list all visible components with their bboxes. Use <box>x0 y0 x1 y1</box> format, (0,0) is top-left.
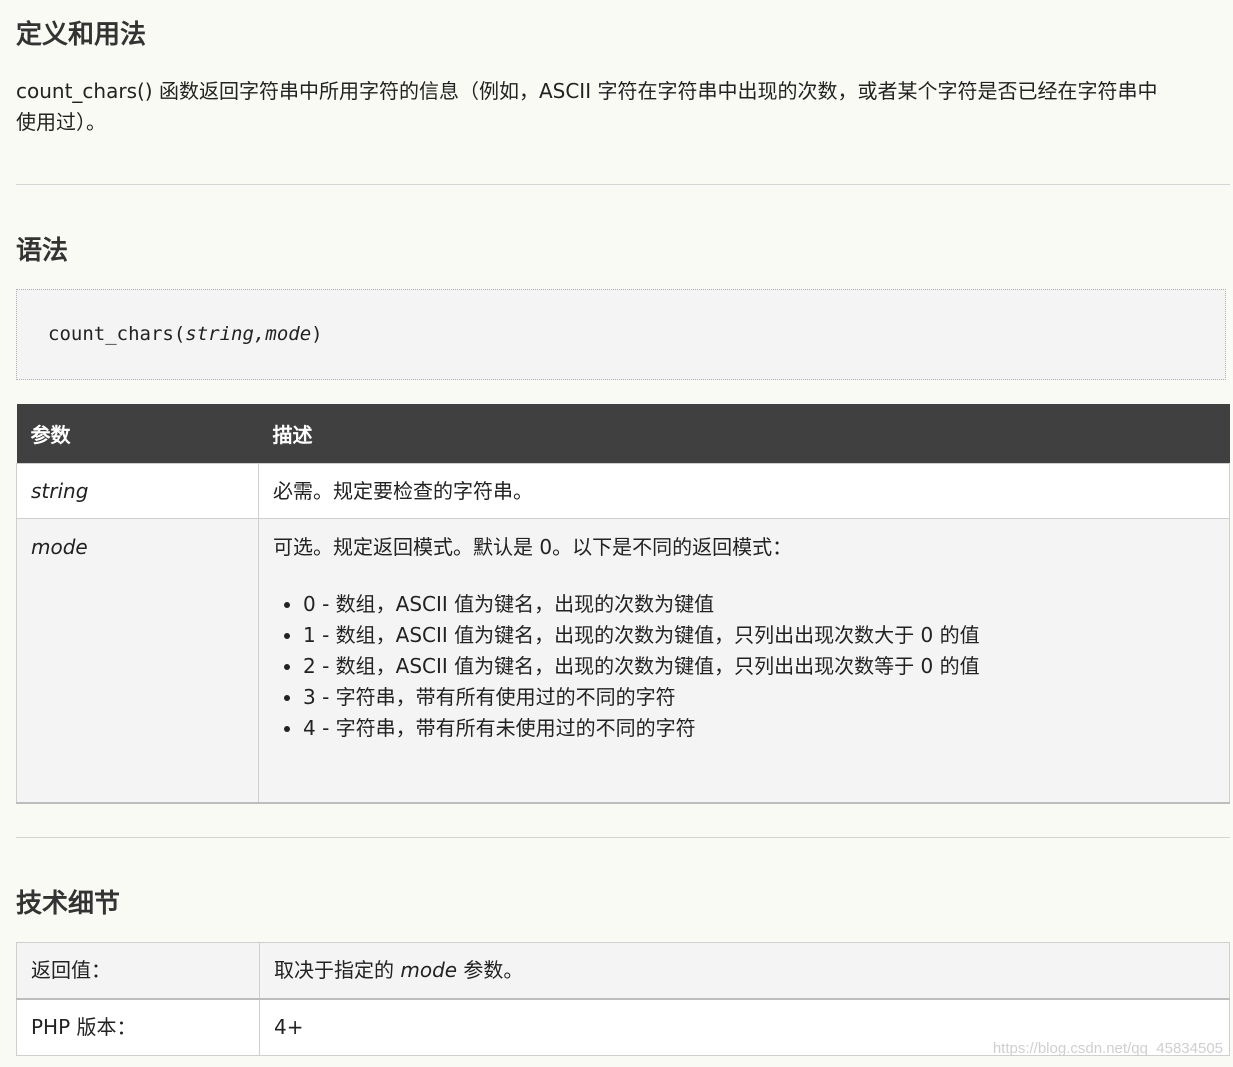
param-description: 可选。规定返回模式。默认是 0。以下是不同的返回模式： 0 - 数组，ASCII… <box>258 518 1230 804</box>
definition-heading: 定义和用法 <box>16 20 147 50</box>
table-row: string 必需。规定要检查的字符串。 <box>16 463 1230 519</box>
mode-list: 0 - 数组，ASCII 值为键名，出现的次数为键值 1 - 数组，ASCII … <box>273 589 1215 744</box>
mode-description: 可选。规定返回模式。默认是 0。以下是不同的返回模式： <box>273 535 793 559</box>
list-item: 0 - 数组，ASCII 值为键名，出现的次数为键值 <box>303 589 1215 620</box>
definition-line-1: count_chars() 函数返回字符串中所用字符的信息（例如，ASCII 字… <box>16 79 1158 103</box>
param-description: 必需。规定要检查的字符串。 <box>258 463 1230 519</box>
param-name: string <box>16 463 259 519</box>
list-item: 4 - 字符串，带有所有未使用过的不同的字符 <box>303 713 1215 744</box>
table-row: mode 可选。规定返回模式。默认是 0。以下是不同的返回模式： 0 - 数组，… <box>16 518 1230 804</box>
syntax-code-box: count_chars(string,mode) <box>16 289 1226 380</box>
divider <box>16 184 1230 185</box>
return-value: 取决于指定的 mode 参数。 <box>259 942 1230 1000</box>
divider <box>16 837 1230 838</box>
code-arg-string: string <box>185 323 254 345</box>
list-item: 2 - 数组，ASCII 值为键名，出现的次数为键值，只列出出现次数等于 0 的… <box>303 651 1215 682</box>
tech-details-heading: 技术细节 <box>16 889 121 919</box>
definition-text: count_chars() 函数返回字符串中所用字符的信息（例如，ASCII 字… <box>16 76 1228 138</box>
parameters-table: 参数 描述 string 必需。规定要检查的字符串。 mode 可选。规定返回模… <box>16 404 1230 804</box>
php-version-label: PHP 版本： <box>16 998 260 1056</box>
return-value-label: 返回值： <box>16 942 260 1000</box>
list-item: 1 - 数组，ASCII 值为键名，出现的次数为键值，只列出出现次数大于 0 的… <box>303 620 1215 651</box>
syntax-heading: 语法 <box>16 236 69 266</box>
tech-details-table: 返回值： 取决于指定的 mode 参数。 PHP 版本： 4+ <box>16 942 1230 1056</box>
table-row: 返回值： 取决于指定的 mode 参数。 <box>16 942 1230 1000</box>
header-param: 参数 <box>16 404 259 464</box>
list-item: 3 - 字符串，带有所有使用过的不同的字符 <box>303 682 1215 713</box>
header-description: 描述 <box>258 404 1230 464</box>
watermark: https://blog.csdn.net/qq_45834505 <box>992 1040 1223 1057</box>
syntax-code: count_chars(string,mode) <box>48 323 323 345</box>
param-name: mode <box>16 518 259 804</box>
table-header-row: 参数 描述 <box>16 404 1230 464</box>
definition-line-2: 使用过）。 <box>16 110 106 134</box>
code-arg-mode: mode <box>265 323 312 345</box>
